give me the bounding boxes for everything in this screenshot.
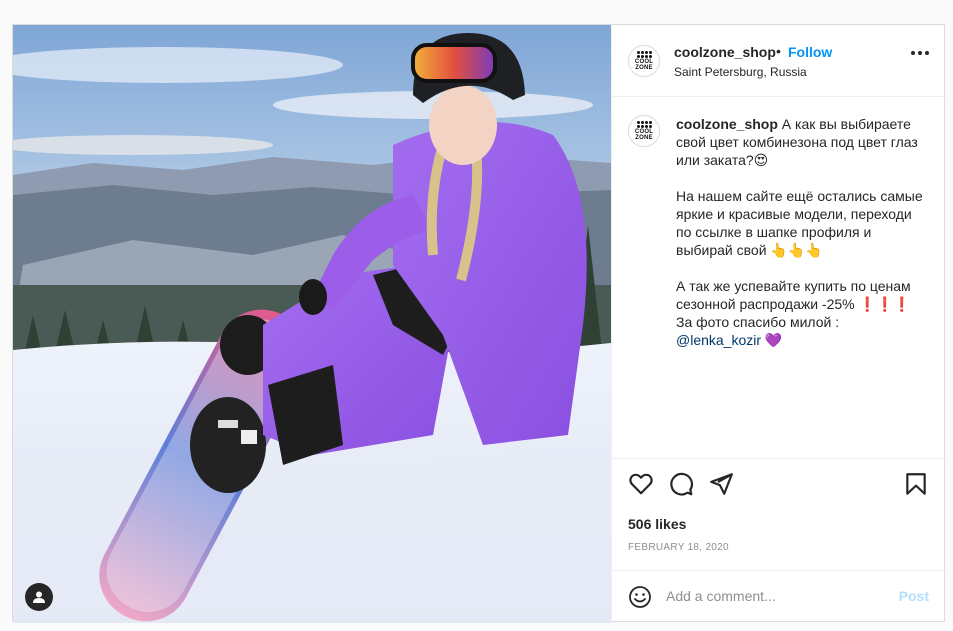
header-username[interactable]: coolzone_shop xyxy=(674,44,776,60)
caption-avatar[interactable]: COOL ZONE xyxy=(628,115,660,147)
caption-text: coolzone_shop А как вы выбираете свой цв… xyxy=(676,115,926,349)
post-actions xyxy=(612,459,945,507)
follow-button[interactable]: Follow xyxy=(788,44,832,60)
instagram-post: COOL ZONE coolzone_shop • Follow Saint Pe… xyxy=(12,24,945,623)
post-date[interactable]: FEBRUARY 18, 2020 xyxy=(628,542,729,553)
caption-end: 💜 xyxy=(761,332,783,348)
post-side-panel: COOL ZONE coolzone_shop • Follow Saint Pe… xyxy=(611,25,945,621)
caption-body: А как вы выбираете свой цвет комбинезона… xyxy=(676,116,923,330)
comment-bar: Post xyxy=(612,570,945,621)
avatar-logo-dots xyxy=(636,121,652,128)
post-header: COOL ZONE coolzone_shop • Follow Saint Pe… xyxy=(612,25,945,97)
paper-plane-icon[interactable] xyxy=(708,471,734,497)
heart-icon[interactable] xyxy=(628,471,654,497)
header-separator: • xyxy=(776,43,781,59)
more-options-icon[interactable] xyxy=(911,51,929,55)
smiley-icon[interactable] xyxy=(628,585,652,609)
caption-mention-link[interactable]: @lenka_kozir xyxy=(676,332,761,348)
like-count[interactable]: 506 likes xyxy=(628,516,686,532)
avatar-brand-text: COOL ZONE xyxy=(634,129,654,141)
post-photo[interactable] xyxy=(13,25,611,623)
comment-icon[interactable] xyxy=(668,471,694,497)
post-comment-button[interactable]: Post xyxy=(899,588,929,604)
user-tag-icon xyxy=(33,591,45,603)
avatar-logo-dots xyxy=(636,51,652,58)
bookmark-icon[interactable] xyxy=(903,471,929,497)
snowboarder-image xyxy=(13,25,611,623)
avatar[interactable]: COOL ZONE xyxy=(628,45,660,77)
caption-username[interactable]: coolzone_shop xyxy=(676,116,778,132)
comment-input[interactable] xyxy=(666,585,886,607)
avatar-brand-text: COOL ZONE xyxy=(634,59,654,71)
post-caption: COOL ZONE coolzone_shop А как вы выбирает… xyxy=(612,97,945,459)
post-location[interactable]: Saint Petersburg, Russia xyxy=(674,65,807,79)
user-tag-button[interactable] xyxy=(25,583,53,611)
